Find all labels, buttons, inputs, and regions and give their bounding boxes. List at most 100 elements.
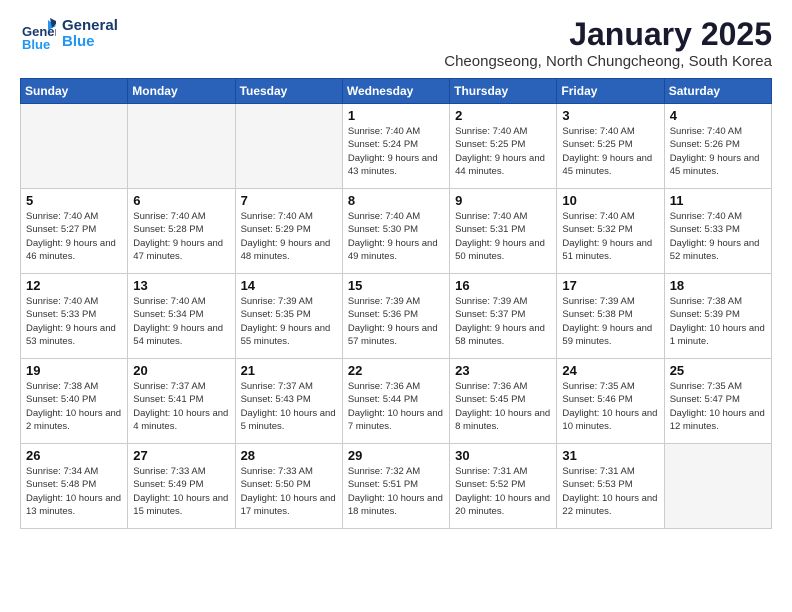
weekday-header: Friday xyxy=(557,79,664,104)
calendar-week-row: 12Sunrise: 7:40 AMSunset: 5:33 PMDayligh… xyxy=(21,274,772,359)
day-number: 4 xyxy=(670,108,766,123)
day-number: 17 xyxy=(562,278,658,293)
day-number: 9 xyxy=(455,193,551,208)
day-info: Sunrise: 7:40 AMSunset: 5:29 PMDaylight:… xyxy=(241,210,337,263)
weekday-header: Wednesday xyxy=(342,79,449,104)
day-info: Sunrise: 7:35 AMSunset: 5:46 PMDaylight:… xyxy=(562,380,658,433)
day-number: 11 xyxy=(670,193,766,208)
day-info: Sunrise: 7:32 AMSunset: 5:51 PMDaylight:… xyxy=(348,465,444,518)
calendar-cell: 4 Sunrise: 7:40 AMSunset: 5:26 PMDaylight… xyxy=(664,104,771,189)
day-number: 22 xyxy=(348,363,444,378)
day-info: Sunrise: 7:40 AMSunset: 5:33 PMDaylight:… xyxy=(670,210,766,263)
weekday-header: Thursday xyxy=(450,79,557,104)
day-info: Sunrise: 7:40 AMSunset: 5:26 PMDaylight:… xyxy=(670,125,766,178)
day-number: 1 xyxy=(348,108,444,123)
day-info: Sunrise: 7:34 AMSunset: 5:48 PMDaylight:… xyxy=(26,465,122,518)
calendar-cell: 23 Sunrise: 7:36 AMSunset: 5:45 PMDayligh… xyxy=(450,359,557,444)
day-info: Sunrise: 7:38 AMSunset: 5:39 PMDaylight:… xyxy=(670,295,766,348)
location-title: Cheongseong, North Chungcheong, South Ko… xyxy=(444,53,772,70)
calendar-cell: 11 Sunrise: 7:40 AMSunset: 5:33 PMDayligh… xyxy=(664,189,771,274)
day-number: 21 xyxy=(241,363,337,378)
day-info: Sunrise: 7:35 AMSunset: 5:47 PMDaylight:… xyxy=(670,380,766,433)
day-number: 20 xyxy=(133,363,229,378)
day-info: Sunrise: 7:40 AMSunset: 5:34 PMDaylight:… xyxy=(133,295,229,348)
weekday-header: Tuesday xyxy=(235,79,342,104)
calendar-cell xyxy=(21,104,128,189)
day-number: 3 xyxy=(562,108,658,123)
day-number: 5 xyxy=(26,193,122,208)
weekday-header-row: SundayMondayTuesdayWednesdayThursdayFrid… xyxy=(21,79,772,104)
weekday-header: Sunday xyxy=(21,79,128,104)
day-number: 15 xyxy=(348,278,444,293)
calendar-week-row: 5 Sunrise: 7:40 AMSunset: 5:27 PMDaylight… xyxy=(21,189,772,274)
calendar-cell: 22 Sunrise: 7:36 AMSunset: 5:44 PMDayligh… xyxy=(342,359,449,444)
day-info: Sunrise: 7:31 AMSunset: 5:53 PMDaylight:… xyxy=(562,465,658,518)
day-info: Sunrise: 7:40 AMSunset: 5:30 PMDaylight:… xyxy=(348,210,444,263)
calendar-cell: 28 Sunrise: 7:33 AMSunset: 5:50 PMDayligh… xyxy=(235,444,342,529)
day-info: Sunrise: 7:40 AMSunset: 5:25 PMDaylight:… xyxy=(455,125,551,178)
calendar-cell: 14Sunrise: 7:39 AMSunset: 5:35 PMDayligh… xyxy=(235,274,342,359)
calendar: SundayMondayTuesdayWednesdayThursdayFrid… xyxy=(20,78,772,529)
logo-line2: Blue xyxy=(62,34,118,51)
calendar-cell: 2 Sunrise: 7:40 AMSunset: 5:25 PMDaylight… xyxy=(450,104,557,189)
day-number: 2 xyxy=(455,108,551,123)
day-info: Sunrise: 7:36 AMSunset: 5:44 PMDaylight:… xyxy=(348,380,444,433)
calendar-week-row: 19 Sunrise: 7:38 AMSunset: 5:40 PMDayligh… xyxy=(21,359,772,444)
day-number: 18 xyxy=(670,278,766,293)
day-info: Sunrise: 7:39 AMSunset: 5:38 PMDaylight:… xyxy=(562,295,658,348)
logo-icon: General Blue xyxy=(20,16,56,52)
logo: General Blue General Blue xyxy=(20,16,118,52)
day-number: 27 xyxy=(133,448,229,463)
month-title: January 2025 xyxy=(444,16,772,53)
calendar-cell: 18 Sunrise: 7:38 AMSunset: 5:39 PMDayligh… xyxy=(664,274,771,359)
calendar-cell: 12Sunrise: 7:40 AMSunset: 5:33 PMDayligh… xyxy=(21,274,128,359)
day-info: Sunrise: 7:39 AMSunset: 5:36 PMDaylight:… xyxy=(348,295,444,348)
day-number: 25 xyxy=(670,363,766,378)
calendar-cell: 17 Sunrise: 7:39 AMSunset: 5:38 PMDayligh… xyxy=(557,274,664,359)
day-info: Sunrise: 7:38 AMSunset: 5:40 PMDaylight:… xyxy=(26,380,122,433)
day-number: 14 xyxy=(241,278,337,293)
weekday-header: Saturday xyxy=(664,79,771,104)
day-info: Sunrise: 7:40 AMSunset: 5:27 PMDaylight:… xyxy=(26,210,122,263)
day-number: 8 xyxy=(348,193,444,208)
calendar-cell: 10Sunrise: 7:40 AMSunset: 5:32 PMDayligh… xyxy=(557,189,664,274)
day-number: 13 xyxy=(133,278,229,293)
calendar-cell: 13 Sunrise: 7:40 AMSunset: 5:34 PMDayligh… xyxy=(128,274,235,359)
calendar-cell: 9Sunrise: 7:40 AMSunset: 5:31 PMDaylight… xyxy=(450,189,557,274)
calendar-week-row: 1 Sunrise: 7:40 AMSunset: 5:24 PMDaylight… xyxy=(21,104,772,189)
day-info: Sunrise: 7:40 AMSunset: 5:24 PMDaylight:… xyxy=(348,125,444,178)
calendar-cell: 19 Sunrise: 7:38 AMSunset: 5:40 PMDayligh… xyxy=(21,359,128,444)
svg-text:Blue: Blue xyxy=(22,37,50,52)
day-number: 19 xyxy=(26,363,122,378)
calendar-cell xyxy=(128,104,235,189)
calendar-cell: 31Sunrise: 7:31 AMSunset: 5:53 PMDayligh… xyxy=(557,444,664,529)
calendar-cell: 8 Sunrise: 7:40 AMSunset: 5:30 PMDaylight… xyxy=(342,189,449,274)
day-info: Sunrise: 7:40 AMSunset: 5:28 PMDaylight:… xyxy=(133,210,229,263)
title-area: January 2025 Cheongseong, North Chungche… xyxy=(444,16,772,70)
calendar-cell xyxy=(664,444,771,529)
calendar-cell: 29 Sunrise: 7:32 AMSunset: 5:51 PMDayligh… xyxy=(342,444,449,529)
day-info: Sunrise: 7:40 AMSunset: 5:25 PMDaylight:… xyxy=(562,125,658,178)
day-number: 6 xyxy=(133,193,229,208)
day-number: 29 xyxy=(348,448,444,463)
day-info: Sunrise: 7:33 AMSunset: 5:50 PMDaylight:… xyxy=(241,465,337,518)
day-info: Sunrise: 7:36 AMSunset: 5:45 PMDaylight:… xyxy=(455,380,551,433)
day-number: 16 xyxy=(455,278,551,293)
calendar-cell: 20 Sunrise: 7:37 AMSunset: 5:41 PMDayligh… xyxy=(128,359,235,444)
logo-line1: General xyxy=(62,18,118,35)
calendar-cell: 25 Sunrise: 7:35 AMSunset: 5:47 PMDayligh… xyxy=(664,359,771,444)
calendar-cell: 30Sunrise: 7:31 AMSunset: 5:52 PMDayligh… xyxy=(450,444,557,529)
calendar-cell: 3 Sunrise: 7:40 AMSunset: 5:25 PMDaylight… xyxy=(557,104,664,189)
day-number: 23 xyxy=(455,363,551,378)
calendar-cell: 7 Sunrise: 7:40 AMSunset: 5:29 PMDaylight… xyxy=(235,189,342,274)
day-number: 28 xyxy=(241,448,337,463)
calendar-cell: 6 Sunrise: 7:40 AMSunset: 5:28 PMDaylight… xyxy=(128,189,235,274)
day-info: Sunrise: 7:37 AMSunset: 5:41 PMDaylight:… xyxy=(133,380,229,433)
calendar-cell: 27Sunrise: 7:33 AMSunset: 5:49 PMDayligh… xyxy=(128,444,235,529)
day-number: 30 xyxy=(455,448,551,463)
calendar-cell xyxy=(235,104,342,189)
day-number: 7 xyxy=(241,193,337,208)
weekday-header: Monday xyxy=(128,79,235,104)
day-number: 10 xyxy=(562,193,658,208)
day-info: Sunrise: 7:40 AMSunset: 5:33 PMDaylight:… xyxy=(26,295,122,348)
